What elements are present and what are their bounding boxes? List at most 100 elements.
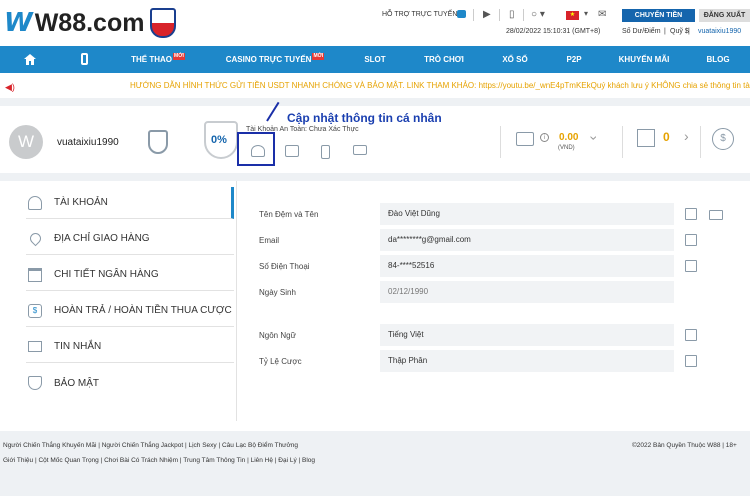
nav-label: THỂ THAO <box>131 55 173 64</box>
nav-casino[interactable]: CASINO TRỰC TUYẾN MỚI <box>222 46 328 73</box>
sidebar-item-label: TÀI KHOẢN <box>54 197 108 208</box>
chat-icon[interactable] <box>457 10 466 18</box>
profile-update-highlight <box>237 132 275 166</box>
fullname-field: Đào Việt Dũng <box>380 203 674 225</box>
site-logo[interactable]: W W88.com <box>4 8 177 38</box>
footer-links-row2[interactable]: Giới Thiệu | Cột Mốc Quan Trọng | Chơi B… <box>3 457 315 464</box>
account-content: TÀI KHOẢN ĐỊA CHỈ GIAO HÀNG CHI TIẾT NGÂ… <box>0 173 750 431</box>
nav-label: CASINO TRỰC TUYẾN <box>225 55 312 64</box>
sidebar-item-account[interactable]: TÀI KHOẢN <box>26 187 234 219</box>
dob-label: Ngày Sinh <box>259 288 296 297</box>
logo-text: W88.com <box>34 8 145 37</box>
lucky-wheel-icon[interactable]: $ <box>712 128 734 150</box>
mail-icon <box>26 339 44 355</box>
fullname-label: Tên Đệm và Tên <box>259 210 319 219</box>
verification-percent: 0% <box>211 134 227 146</box>
balance-label[interactable]: Số Dư/Điểm <box>622 28 661 35</box>
odds-format-field: Thập Phân <box>380 350 674 372</box>
bank-icon <box>26 267 44 283</box>
divider <box>523 9 524 21</box>
copyright: ©2022 Bản Quyền Thuộc W88 | 18+ <box>632 442 737 449</box>
new-badge: MỚI <box>173 53 185 60</box>
divider-text: | <box>688 28 690 35</box>
logout-button[interactable]: ĐĂNG XUẤT <box>699 9 750 22</box>
nav-sports[interactable]: THỂ THAO MỚI <box>128 46 188 73</box>
language-icon[interactable]: ○ ▾ <box>531 9 545 20</box>
account-sidebar: TÀI KHOẢN ĐỊA CHỈ GIAO HÀNG CHI TIẾT NGÂ… <box>22 181 237 421</box>
bank-card-verify-icon[interactable] <box>285 145 299 157</box>
odds-format-label: Tỷ Lệ Cược <box>259 357 302 366</box>
chevron-down-icon[interactable]: ▾ <box>584 9 588 18</box>
vn-flag-icon[interactable]: ★ <box>566 11 579 20</box>
callout-arrow <box>266 101 280 122</box>
user-icon <box>26 195 44 211</box>
chevron-right-icon[interactable]: › <box>684 128 689 144</box>
username: vuataixiu1990 <box>57 137 119 148</box>
info-icon[interactable]: i <box>540 133 549 142</box>
shield-icon <box>26 375 44 391</box>
edit-icon[interactable] <box>685 234 697 246</box>
top-bar: W W88.com HỖ TRỢ TRỰC TUYẾN ▶ ▯ ○ ▾ ★ ▾ … <box>0 0 750 46</box>
sidebar-item-security[interactable]: BẢO MẬT <box>26 367 234 399</box>
announcement-ticker: ◀) HƯỚNG DẪN HÌNH THỨC GỬI TIỀN USDT NHA… <box>0 73 750 98</box>
divider <box>700 126 701 158</box>
main-nav: THỂ THAO MỚI CASINO TRỰC TUYẾN MỚI SLOT TR… <box>0 46 750 73</box>
nav-blog[interactable]: BLOG <box>702 46 734 73</box>
transfer-button[interactable]: CHUYỂN TIỀN <box>622 9 695 22</box>
nav-promotions[interactable]: KHUYẾN MÃI <box>614 46 674 73</box>
sidebar-item-label: ĐỊA CHỈ GIAO HÀNG <box>54 233 150 244</box>
nav-games[interactable]: TRÒ CHƠI <box>420 46 468 73</box>
footer: Người Chiến Thắng Khuyến Mãi | Người Chi… <box>0 431 750 496</box>
edit-icon[interactable] <box>685 355 697 367</box>
dob-field: 02/12/1990 <box>380 281 674 303</box>
message-icon[interactable]: ✉ <box>598 9 606 20</box>
security-shield-icon[interactable] <box>148 130 168 154</box>
rebate-icon: $ <box>26 303 44 319</box>
sidebar-item-rebate[interactable]: $ HOÀN TRẢ / HOÀN TIỀN THUA CƯỢC <box>26 295 234 327</box>
edit-icon[interactable] <box>685 329 697 341</box>
callout-label: Cập nhật thông tin cá nhân <box>287 111 442 125</box>
edit-icon[interactable] <box>685 208 697 220</box>
nav-lottery[interactable]: XỔ SỐ <box>496 46 534 73</box>
sidebar-item-label: CHI TIẾT NGÂN HÀNG <box>54 269 159 280</box>
wallet-icon[interactable] <box>516 132 534 146</box>
club-crest-icon <box>150 8 177 38</box>
email-verify-icon[interactable] <box>353 145 367 155</box>
speaker-icon: ◀) <box>5 82 15 92</box>
footer-links-row1[interactable]: Người Chiến Thắng Khuyến Mãi | Người Chi… <box>3 442 298 449</box>
language-label: Ngôn Ngữ <box>259 331 296 340</box>
edit-icon[interactable] <box>685 260 697 272</box>
gift-icon[interactable] <box>637 129 655 147</box>
nav-slot[interactable]: SLOT <box>358 46 392 73</box>
new-badge: MỚI <box>312 53 325 60</box>
currency-label: (VND) <box>558 145 575 151</box>
sidebar-item-label: TIN NHẮN <box>54 341 102 352</box>
datetime: 28/02/2022 15:10:31 (GMT+8) <box>506 28 601 35</box>
user-summary-bar: W vuataixiu1990 0% Tài Khoản An Toàn: Ch… <box>0 98 750 173</box>
sidebar-item-address[interactable]: ĐỊA CHỈ GIAO HÀNG <box>26 223 234 255</box>
header-username[interactable]: vuataixiu1990 <box>698 28 741 35</box>
fund-label[interactable]: Quỹ $ <box>670 28 689 35</box>
divider <box>473 9 474 21</box>
gift-count: 0 <box>663 130 670 144</box>
avatar[interactable]: W <box>9 125 43 159</box>
email-field: da********g@gmail.com <box>380 229 674 251</box>
phone-label: Số Điện Thoại <box>259 262 310 271</box>
ticker-text[interactable]: HƯỚNG DẪN HÌNH THỨC GỬI TIỀN USDT NHANH … <box>130 81 750 90</box>
home-icon[interactable] <box>24 54 36 65</box>
wallet-balance: 0.00 <box>559 132 579 143</box>
sidebar-item-bank[interactable]: CHI TIẾT NGÂN HÀNG <box>26 259 234 291</box>
sidebar-item-messages[interactable]: TIN NHẮN <box>26 331 234 363</box>
logo-mark: W <box>4 8 33 38</box>
location-icon <box>26 230 44 247</box>
mobile-app-icon[interactable] <box>81 53 88 65</box>
phone-verify-icon[interactable] <box>321 145 330 159</box>
mobile-icon[interactable]: ▯ <box>509 9 515 20</box>
nav-p2p[interactable]: P2P <box>560 46 588 73</box>
chevron-down-icon[interactable]: › <box>586 136 602 141</box>
live-support-link[interactable]: HỖ TRỢ TRỰC TUYẾN <box>382 11 457 18</box>
sidebar-item-label: HOÀN TRẢ / HOÀN TIỀN THUA CƯỢC <box>54 305 232 316</box>
rss-icon[interactable]: ▶ <box>483 9 491 20</box>
language-field: Tiếng Việt <box>380 324 674 346</box>
id-card-icon[interactable] <box>709 210 723 220</box>
